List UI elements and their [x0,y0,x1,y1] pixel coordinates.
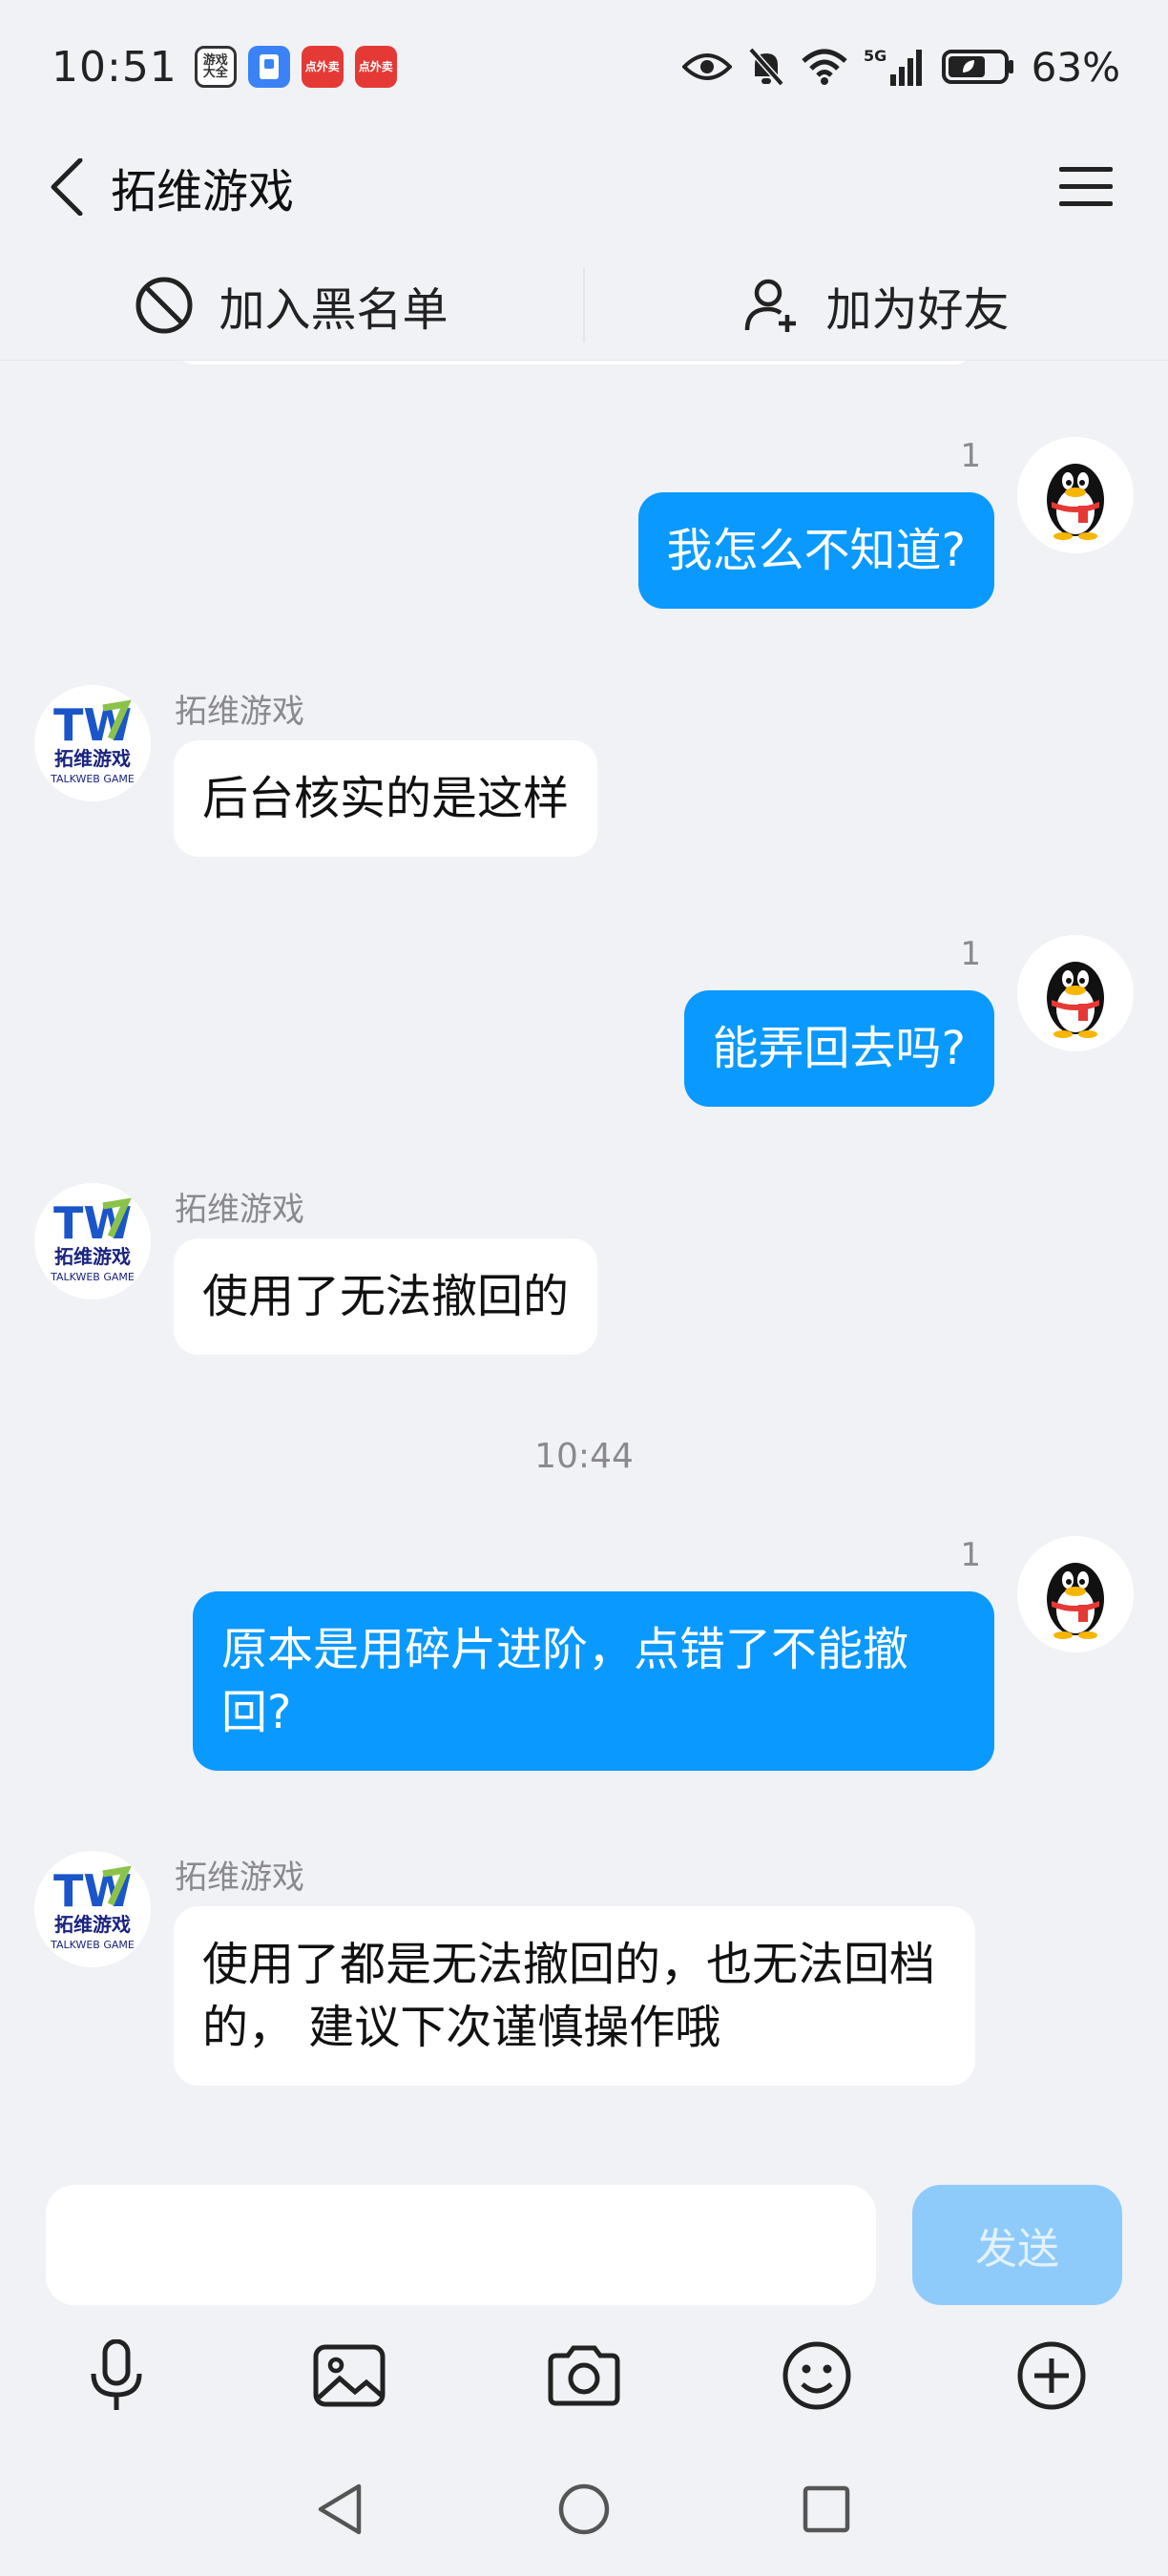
svg-text:TALKWEB GAME: TALKWEB GAME [50,1271,135,1283]
penguin-avatar-icon [1047,962,1104,1038]
talkweb-logo-icon: TW拓维游戏TALKWEB GAME [50,1865,135,1951]
input-area: 发送 [0,2166,1168,2576]
add-to-blacklist-button[interactable]: 加入黑名单 [0,250,583,360]
svg-text:拓维游戏: 拓维游戏 [54,1913,131,1936]
camera-button[interactable] [536,2328,632,2423]
read-count: 1 [960,935,981,973]
hamburger-menu-icon [1059,167,1113,206]
bell-off-icon [747,46,785,88]
food-delivery-icon: 点外卖 [354,46,397,88]
emoji-icon [782,2341,851,2410]
previous-message-bubble [174,361,975,364]
battery-percentage: 63% [1031,43,1120,91]
notification-app-icons: 游戏大全 点外卖 点外卖 [194,46,397,88]
message-bubble-incoming[interactable]: 后台核实的是这样 [174,740,598,857]
home-circle-icon [558,2483,610,2535]
read-count: 1 [960,1536,981,1574]
status-icons: 5G 63% [681,43,1120,91]
emoji-button[interactable] [769,2328,865,2423]
read-count: 1 [960,437,981,475]
svg-text:TALKWEB GAME: TALKWEB GAME [50,773,135,785]
avatar[interactable]: TW 拓维游戏 TALKWEB GAME [34,685,151,801]
message-bubble-outgoing[interactable]: 我怎么不知道? [637,492,994,609]
chat-header: 拓维游戏 [0,134,1168,240]
blue-app-icon [247,46,290,88]
wifi-icon [801,48,848,86]
sender-name: 拓维游戏 [175,1859,304,1897]
avatar[interactable]: TW 拓维游戏 TALKWEB GAME [34,1183,151,1299]
nav-home-button[interactable] [546,2471,622,2547]
svg-text:TALKWEB GAME: TALKWEB GAME [50,1939,135,1951]
avatar[interactable] [1017,437,1134,553]
status-bar: 10:51 游戏大全 点外卖 点外卖 5G 63% [0,0,1168,134]
chat-title: 拓维游戏 [111,165,295,218]
avatar[interactable]: TW 拓维游戏 TALKWEB GAME [34,1851,151,1967]
message-bubble-outgoing[interactable]: 能弄回去吗? [683,990,994,1107]
avatar[interactable] [1017,935,1134,1051]
svg-text:5G: 5G [864,47,886,65]
image-icon [313,2344,386,2407]
chevron-left-icon [51,158,83,216]
camera-icon [548,2345,620,2406]
add-friend-button[interactable]: 加为好友 [585,250,1168,360]
back-triangle-icon [318,2483,362,2535]
microphone-icon [91,2339,142,2410]
talkweb-logo-icon: TW拓维游戏TALKWEB GAME [50,1197,135,1283]
menu-button[interactable] [1057,158,1115,216]
nav-back-button[interactable] [302,2471,378,2547]
add-friend-label: 加为好友 [825,282,1010,337]
penguin-avatar-icon [1047,464,1104,540]
action-bar: 加入黑名单 加为好友 [0,250,1168,361]
battery-icon [941,48,1016,86]
svg-text:拓维游戏: 拓维游戏 [54,1245,131,1268]
message-bubble-incoming[interactable]: 使用了无法撤回的 [174,1238,598,1355]
sender-name: 拓维游戏 [175,1191,304,1229]
time-separator: 10:44 [534,1437,634,1476]
message-input[interactable] [46,2185,876,2305]
message-bubble-outgoing[interactable]: 原本是用碎片进阶，点错了不能撤回? [193,1591,994,1771]
food-delivery-icon: 点外卖 [301,46,344,88]
back-button[interactable] [19,134,115,240]
message-list[interactable]: 1 我怎么不知道? TW 拓维游戏 TALKWEB GAME 拓维游戏 后台核实的是… [0,361,1168,2166]
recents-square-icon [803,2485,850,2533]
nav-recents-button[interactable] [788,2471,865,2547]
add-to-blacklist-label: 加入黑名单 [219,282,448,337]
block-icon [136,277,193,333]
add-user-icon [745,279,797,332]
message-bubble-incoming[interactable]: 使用了都是无法撤回的，也无法回档的， 建议下次谨慎操作哦 [174,1906,975,2086]
voice-button[interactable] [69,2328,164,2423]
talkweb-logo-icon: TW拓维游戏TALKWEB GAME [50,699,135,785]
toolbar [0,2328,1168,2442]
eye-icon [681,50,732,84]
svg-text:拓维游戏: 拓维游戏 [54,747,131,770]
system-navigation-bar [0,2471,1168,2576]
more-button[interactable] [1004,2328,1099,2423]
game-center-icon: 游戏大全 [194,46,237,88]
image-button[interactable] [302,2328,397,2423]
sender-name: 拓维游戏 [175,693,304,731]
avatar[interactable] [1017,1536,1134,1652]
send-button[interactable]: 发送 [912,2185,1122,2305]
signal-icon: 5G [864,46,927,88]
plus-circle-icon [1017,2341,1086,2410]
penguin-avatar-icon [1047,1563,1104,1639]
status-time: 10:51 [52,42,177,92]
